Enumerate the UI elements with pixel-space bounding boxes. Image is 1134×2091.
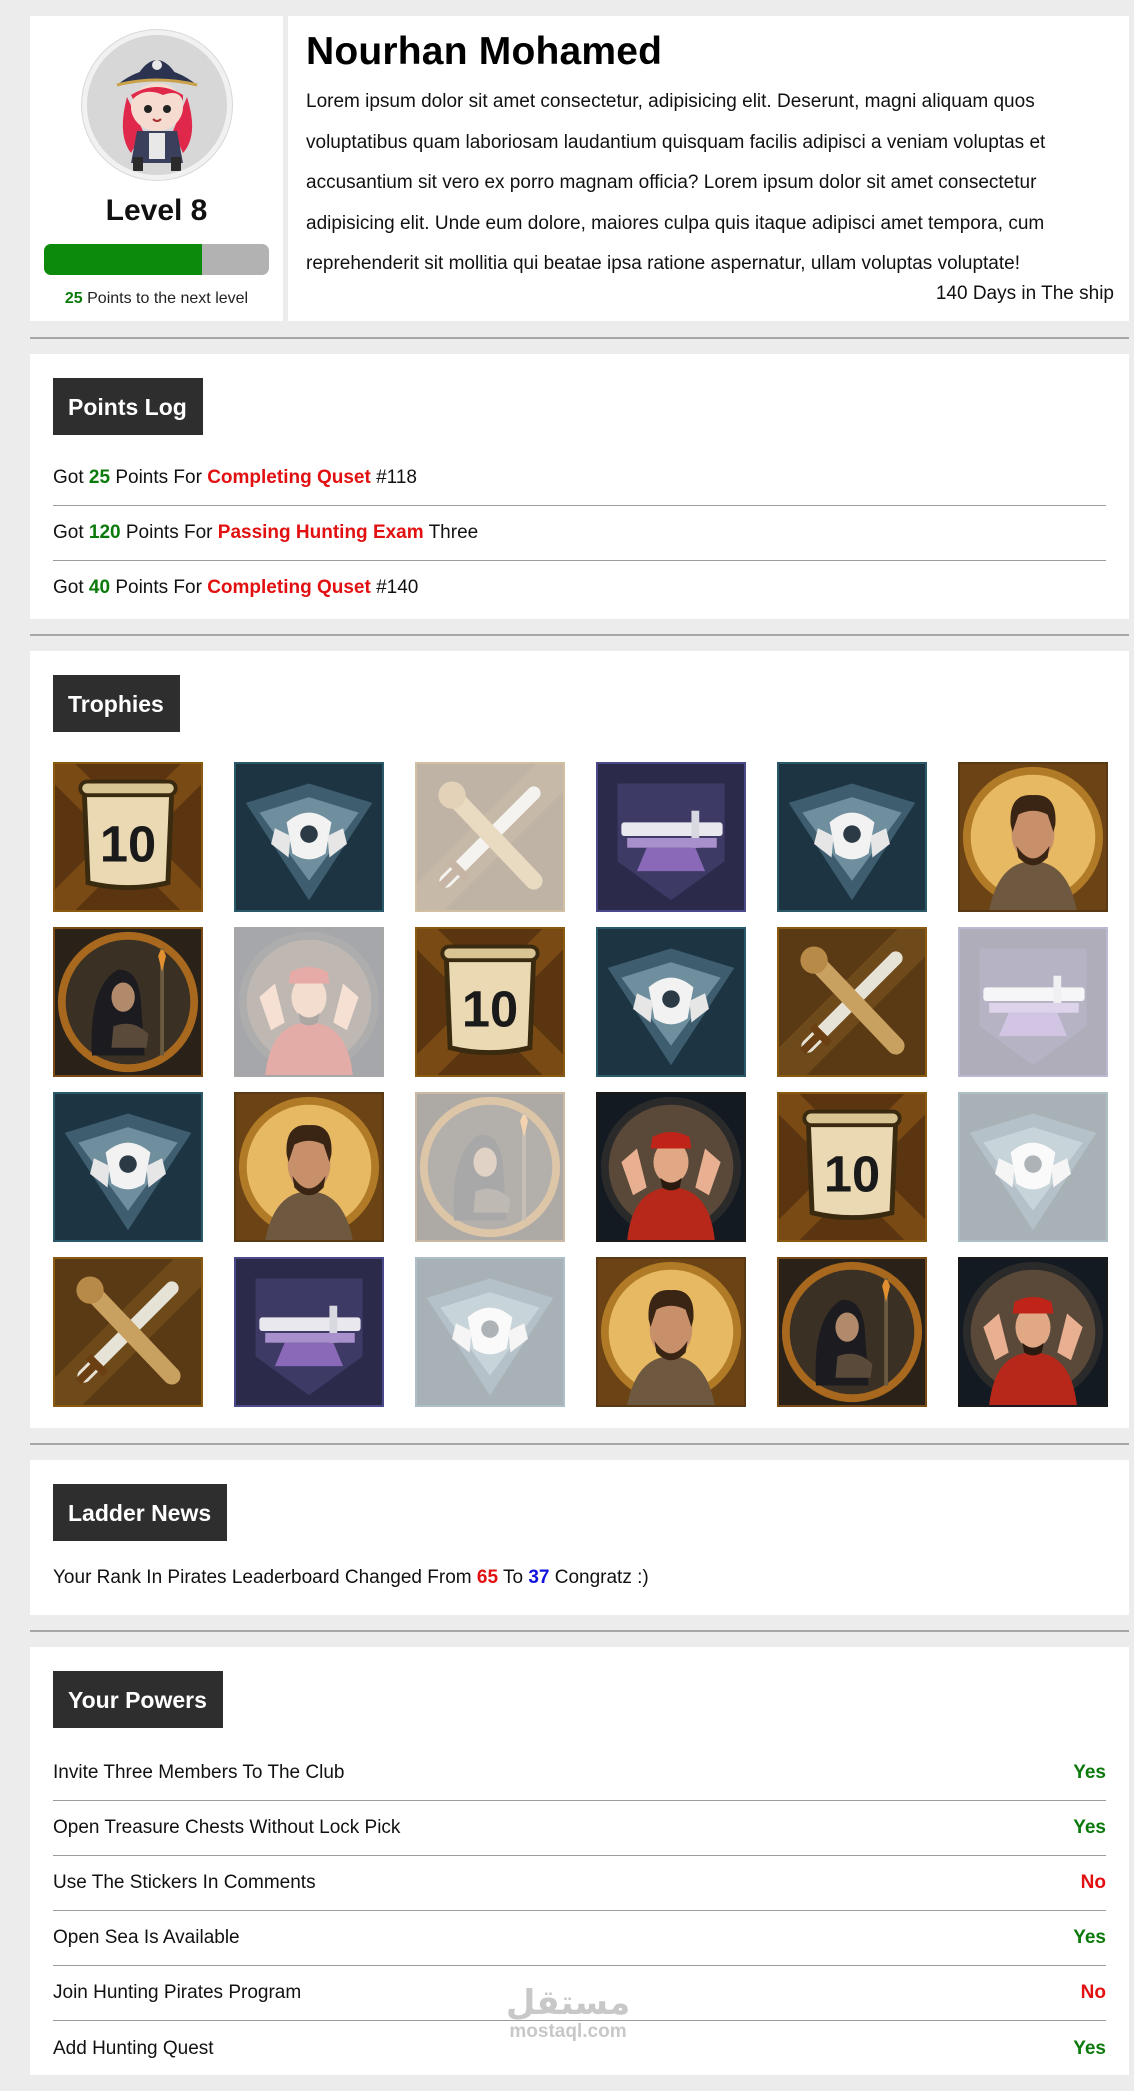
profile-section: Level 8 25 Points to the next level Nour… — [30, 16, 1129, 321]
profile-card: Level 8 25 Points to the next level — [30, 16, 283, 321]
points-log-item: Got 25 Points For Completing Quset #118 — [53, 451, 1106, 506]
watermark-arabic: مستقل — [505, 1984, 631, 2022]
power-status: No — [1080, 1872, 1106, 1893]
crossed-swords-icon[interactable] — [777, 927, 927, 1077]
shield-crest-icon[interactable] — [596, 927, 746, 1077]
hooded-woman-portrait-icon[interactable] — [53, 927, 203, 1077]
scroll-10-icon[interactable]: 10 — [777, 1092, 927, 1242]
log-points: 40 — [88, 577, 111, 598]
ladder-news-title: Ladder News — [53, 1484, 228, 1541]
sword-anvil-icon[interactable] — [958, 927, 1108, 1077]
shield-crest-icon[interactable] — [53, 1092, 203, 1242]
crossed-swords-icon[interactable] — [415, 762, 565, 912]
points-log-item: Got 120 Points For Passing Hunting Exam … — [53, 506, 1106, 561]
level-progress-fill — [44, 244, 202, 275]
svg-text:10: 10 — [462, 980, 518, 1037]
points-log-panel: Points Log Got 25 Points For Completing … — [30, 354, 1129, 619]
red-robed-man-portrait-icon[interactable] — [596, 1092, 746, 1242]
power-label: Add Hunting Quest — [53, 2037, 214, 2059]
log-prefix: Got — [53, 577, 89, 598]
sword-anvil-icon[interactable] — [596, 762, 746, 912]
power-item: Open Treasure Chests Without Lock Pick Ye… — [53, 1801, 1106, 1856]
trophies-title: Trophies — [53, 675, 180, 732]
log-suffix: #140 — [370, 577, 419, 598]
profile-name: Nourhan Mohamed — [306, 30, 663, 73]
section-divider — [30, 1630, 1129, 1632]
shield-crest-icon[interactable] — [415, 1257, 565, 1407]
level-label: Level 8 — [105, 194, 208, 227]
power-item: Invite Three Members To The Club Yes — [53, 1746, 1106, 1801]
log-points: 120 — [88, 522, 121, 543]
log-mid: Points For — [110, 467, 208, 488]
profile-bio: Lorem ipsum dolor sit amet consectetur, … — [306, 91, 1046, 274]
log-prefix: Got — [53, 522, 89, 543]
scroll-10-icon[interactable]: 10 — [53, 762, 203, 912]
log-points: 25 — [88, 467, 111, 488]
power-label: Open Treasure Chests Without Lock Pick — [53, 1817, 401, 1838]
points-to-next-text: Points to the next level — [82, 290, 249, 307]
watermark-latin: mostaql.com — [509, 2021, 627, 2042]
power-status: Yes — [1073, 1817, 1106, 1838]
pirate-girl-avatar[interactable] — [81, 30, 232, 180]
hooded-woman-portrait-icon[interactable] — [777, 1257, 927, 1407]
section-divider — [30, 1443, 1129, 1445]
log-suffix: Three — [423, 522, 479, 543]
power-status: Yes — [1073, 2037, 1106, 2059]
crossed-swords-icon[interactable] — [53, 1257, 203, 1407]
powers-title: Your Powers — [53, 1671, 223, 1728]
mostaql-watermark: مستقل mostaql.com — [498, 1984, 638, 2042]
days-in-ship: 140 Days in The ship — [935, 283, 1114, 304]
power-status: Yes — [1073, 1762, 1106, 1783]
ladder-news-mid: To — [498, 1567, 529, 1588]
power-label: Join Hunting Pirates Program — [53, 1982, 302, 2003]
log-mid: Points For — [120, 522, 218, 543]
sword-anvil-icon[interactable] — [234, 1257, 384, 1407]
points-log-title: Points Log — [53, 378, 203, 435]
log-suffix: #118 — [370, 467, 417, 488]
ladder-news-prefix: Your Rank In Pirates Leaderboard Changed… — [53, 1567, 477, 1588]
red-robed-man-portrait-icon[interactable] — [958, 1257, 1108, 1407]
power-item: Use The Stickers In Comments No — [53, 1856, 1106, 1911]
trophies-panel: Trophies 10 10 10 — [30, 651, 1129, 1428]
section-divider — [30, 337, 1129, 339]
ladder-news-text: Your Rank In Pirates Leaderboard Changed… — [53, 1567, 1106, 1589]
section-divider — [30, 634, 1129, 636]
points-log-item: Got 40 Points For Completing Quset #140 — [53, 561, 1106, 616]
power-label: Use The Stickers In Comments — [53, 1872, 316, 1893]
level-progress-bar — [44, 244, 269, 275]
bearded-man-portrait-icon[interactable] — [596, 1257, 746, 1407]
bearded-man-portrait-icon[interactable] — [234, 1092, 384, 1242]
svg-text:10: 10 — [824, 1145, 880, 1202]
power-label: Open Sea Is Available — [53, 1927, 240, 1948]
power-status: No — [1080, 1982, 1106, 2003]
log-reason: Completing Quset — [207, 577, 371, 598]
log-prefix: Got — [53, 467, 89, 488]
rank-from: 65 — [476, 1567, 499, 1588]
trophies-grid: 10 10 10 — [53, 762, 1108, 1407]
power-status: Yes — [1073, 1927, 1106, 1948]
svg-text:10: 10 — [100, 815, 156, 872]
bearded-man-portrait-icon[interactable] — [958, 762, 1108, 912]
scroll-10-icon[interactable]: 10 — [415, 927, 565, 1077]
shield-crest-icon[interactable] — [234, 762, 384, 912]
ladder-news-suffix: Congratz :) — [549, 1567, 649, 1588]
shield-crest-icon[interactable] — [777, 762, 927, 912]
points-to-next-level: 25 Points to the next level — [65, 290, 248, 308]
log-mid: Points For — [110, 577, 208, 598]
rank-to: 37 — [528, 1567, 550, 1588]
points-to-next-value: 25 — [64, 290, 83, 307]
hooded-woman-portrait-icon[interactable] — [415, 1092, 565, 1242]
points-log-list: Got 25 Points For Completing Quset #118 G… — [53, 451, 1106, 616]
log-reason: Passing Hunting Exam — [217, 522, 424, 543]
shield-crest-icon[interactable] — [958, 1092, 1108, 1242]
red-robed-man-portrait-icon[interactable] — [234, 927, 384, 1077]
profile-info-card: Nourhan Mohamed Lorem ipsum dolor sit am… — [288, 16, 1129, 321]
power-item: Open Sea Is Available Yes — [53, 1911, 1106, 1966]
log-reason: Completing Quset — [207, 467, 371, 488]
power-label: Invite Three Members To The Club — [53, 1762, 345, 1783]
ladder-news-panel: Ladder News Your Rank In Pirates Leaderb… — [30, 1460, 1129, 1615]
